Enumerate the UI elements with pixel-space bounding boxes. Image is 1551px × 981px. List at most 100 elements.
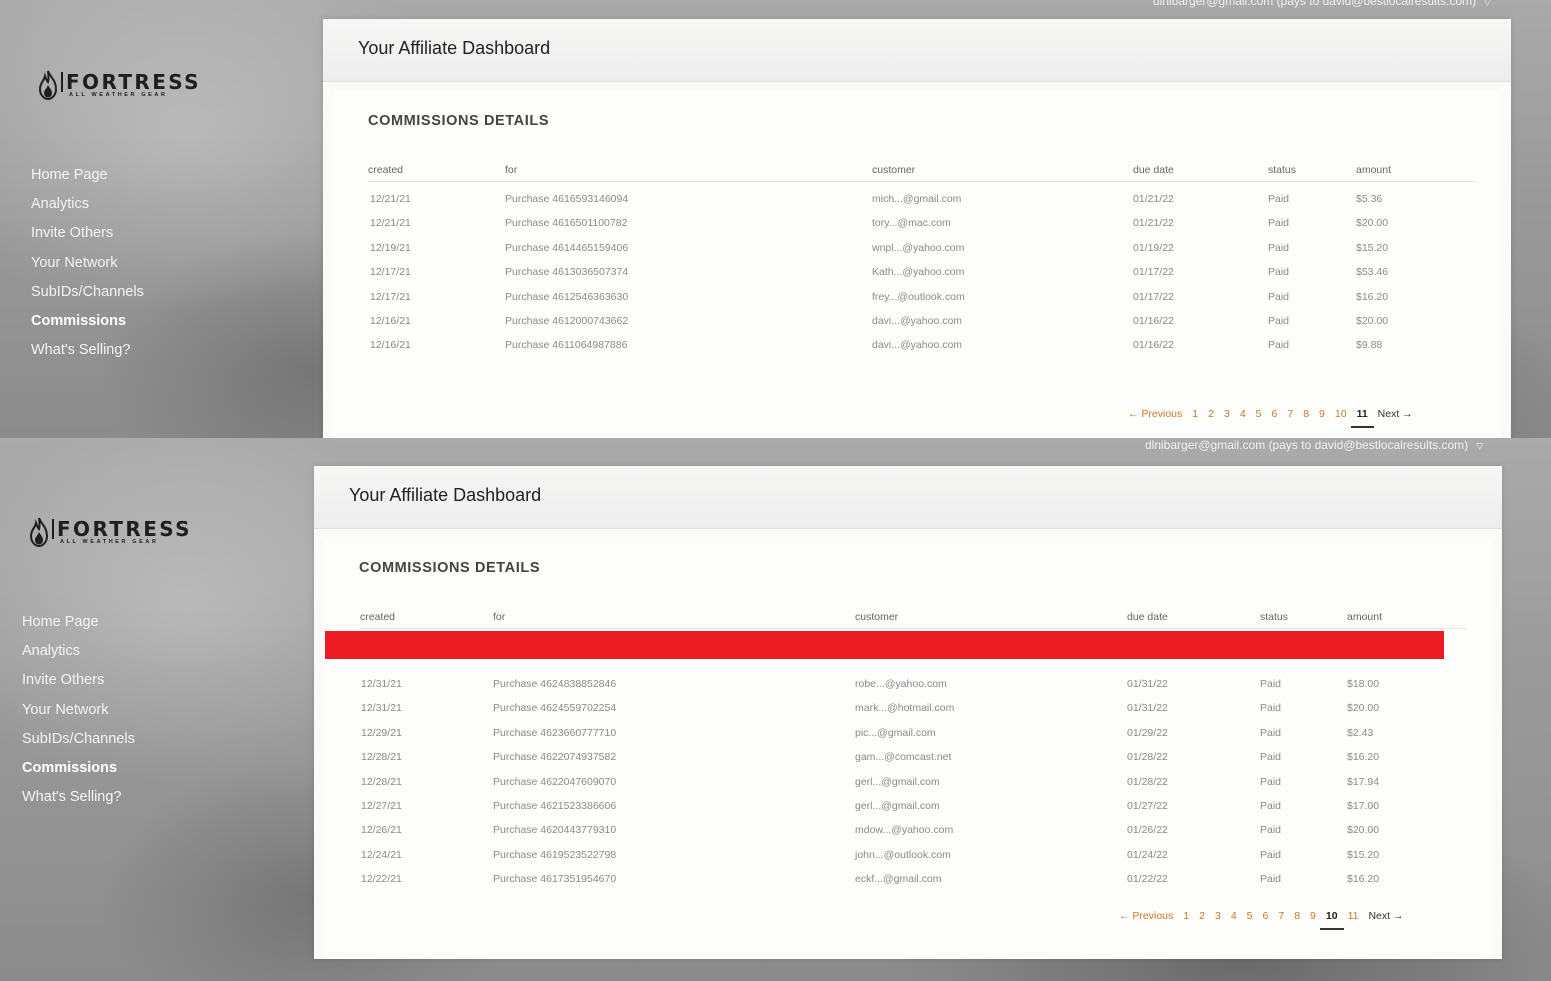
pagination-page[interactable]: 10 bbox=[1335, 408, 1347, 422]
pagination-page[interactable]: 4 bbox=[1240, 408, 1246, 422]
fortress-logo[interactable]: FORTRESS ALL WEATHER GEAR bbox=[38, 70, 201, 100]
cell-created: 12/31/21 bbox=[361, 678, 402, 690]
pagination-current-page[interactable]: 10 bbox=[1320, 910, 1344, 930]
pagination-page[interactable]: 4 bbox=[1231, 910, 1237, 924]
cell-customer: davi...@yahoo.com bbox=[872, 339, 963, 352]
cell-due-date: 01/28/22 bbox=[1127, 775, 1168, 788]
column-created[interactable]: created bbox=[368, 164, 403, 176]
sidebar-item-whats-selling[interactable]: What's Selling? bbox=[31, 336, 144, 365]
cell-due-date: 01/27/22 bbox=[1127, 799, 1168, 812]
cell-due-date: 01/21/22 bbox=[1133, 193, 1174, 205]
pagination-page[interactable]: 3 bbox=[1215, 910, 1221, 924]
pagination-page[interactable]: 11 bbox=[1348, 910, 1359, 924]
cell-amount: $16.20 bbox=[1347, 751, 1380, 764]
table-row: 12/21/21 Purchase 4616593146094 mich...@… bbox=[368, 186, 1476, 210]
sidebar-item-commissions[interactable]: Commissions bbox=[31, 307, 144, 336]
cell-amount: $20.00 bbox=[1356, 217, 1389, 230]
pagination-page[interactable]: 9 bbox=[1310, 910, 1316, 924]
column-customer[interactable]: customer bbox=[872, 164, 915, 176]
account-menu[interactable]: dlnibarger@gmail.com (pays to david@best… bbox=[1153, 0, 1491, 8]
cell-status: Paid bbox=[1268, 266, 1290, 279]
cell-for: Purchase 4622047609070 bbox=[493, 775, 617, 788]
column-due-date[interactable]: due date bbox=[1127, 611, 1168, 623]
table-row: 12/27/21 Purchase 4621523386606 gerl...@… bbox=[360, 793, 1467, 817]
column-created[interactable]: created bbox=[360, 611, 395, 623]
column-for[interactable]: for bbox=[505, 164, 517, 176]
cell-for: Purchase 4624559702254 bbox=[493, 702, 617, 715]
pagination-page[interactable]: 2 bbox=[1199, 910, 1205, 924]
pagination-page[interactable]: 7 bbox=[1287, 408, 1293, 422]
pagination-page[interactable]: 3 bbox=[1224, 408, 1230, 422]
table-row: 12/29/21 Purchase 4623660777710 pic...@g… bbox=[360, 720, 1467, 744]
column-status[interactable]: status bbox=[1260, 611, 1288, 623]
cell-created: 12/24/21 bbox=[361, 848, 402, 861]
pagination-page[interactable]: 9 bbox=[1319, 408, 1325, 422]
cell-due-date: 01/16/22 bbox=[1133, 339, 1174, 352]
column-for[interactable]: for bbox=[493, 611, 505, 623]
table-row: 12/28/21 Purchase 4622047609070 gerl...@… bbox=[360, 769, 1467, 793]
pagination-previous[interactable]: ← Previous bbox=[1119, 910, 1173, 924]
pagination-page[interactable]: 6 bbox=[1263, 910, 1269, 924]
sidebar-item-your-network[interactable]: Your Network bbox=[22, 696, 135, 725]
cell-created: 12/28/21 bbox=[361, 775, 402, 788]
cell-for: Purchase 4612000743662 bbox=[505, 314, 629, 327]
sidebar-item-analytics[interactable]: Analytics bbox=[22, 637, 135, 666]
pagination-page[interactable]: 8 bbox=[1303, 408, 1309, 422]
sidebar-item-your-network[interactable]: Your Network bbox=[31, 249, 144, 278]
sidebar-item-subids-channels[interactable]: SubIDs/Channels bbox=[31, 278, 144, 307]
commissions-table: created for customer due date status amo… bbox=[368, 161, 1476, 357]
cell-customer: Kath...@yahoo.com bbox=[872, 266, 965, 279]
column-amount[interactable]: amount bbox=[1347, 611, 1382, 623]
flame-logo-icon bbox=[29, 517, 49, 547]
sidebar-item-subids-channels[interactable]: SubIDs/Channels bbox=[22, 725, 135, 754]
fortress-logo[interactable]: FORTRESS ALL WEATHER GEAR bbox=[29, 517, 192, 547]
cell-for: Purchase 4614465159406 bbox=[505, 241, 629, 254]
cell-for: Purchase 4621523386606 bbox=[493, 799, 617, 812]
table-row: 12/22/21 Purchase 4617351954670 eckf...@… bbox=[360, 866, 1467, 890]
cell-due-date: 01/26/22 bbox=[1127, 824, 1168, 837]
cell-amount: $9.88 bbox=[1356, 339, 1383, 352]
screenshot-top: dlnibarger@gmail.com (pays to david@best… bbox=[0, 0, 1551, 438]
pagination-page[interactable]: 5 bbox=[1256, 408, 1262, 422]
sidebar-item-invite-others[interactable]: Invite Others bbox=[31, 219, 144, 248]
column-amount[interactable]: amount bbox=[1356, 164, 1391, 176]
pagination-page[interactable]: 6 bbox=[1272, 408, 1278, 422]
sidebar-item-whats-selling[interactable]: What's Selling? bbox=[22, 783, 135, 812]
cell-created: 12/26/21 bbox=[361, 824, 402, 837]
pagination-page[interactable]: 5 bbox=[1247, 910, 1253, 924]
cell-amount: $15.20 bbox=[1347, 848, 1380, 861]
pagination-next[interactable]: Next → bbox=[1368, 910, 1403, 924]
cell-customer: wnpl...@yahoo.com bbox=[872, 241, 965, 254]
sidebar-item-analytics[interactable]: Analytics bbox=[31, 190, 144, 219]
pagination-page[interactable]: 1 bbox=[1183, 910, 1189, 924]
cell-amount: $17.94 bbox=[1347, 775, 1380, 788]
pagination-page[interactable]: 7 bbox=[1278, 910, 1284, 924]
section-title: COMMISSIONS DETAILS bbox=[359, 560, 541, 576]
sidebar-item-invite-others[interactable]: Invite Others bbox=[22, 666, 135, 695]
pagination-page[interactable]: 8 bbox=[1294, 910, 1300, 924]
pagination-page[interactable]: 2 bbox=[1208, 408, 1214, 422]
cell-created: 12/28/21 bbox=[361, 751, 402, 764]
cell-status: Paid bbox=[1260, 848, 1282, 861]
redaction-bar bbox=[325, 631, 1444, 659]
cell-created: 12/21/21 bbox=[370, 217, 411, 230]
column-status[interactable]: status bbox=[1268, 164, 1296, 176]
pagination-previous[interactable]: ← Previous bbox=[1128, 408, 1182, 422]
cell-for: Purchase 4623660777710 bbox=[493, 726, 617, 739]
pagination-next[interactable]: Next → bbox=[1378, 408, 1413, 422]
column-due-date[interactable]: due date bbox=[1133, 164, 1174, 176]
account-menu[interactable]: dlnibarger@gmail.com (pays to david@best… bbox=[1145, 438, 1483, 452]
logo-tagline: ALL WEATHER GEAR bbox=[60, 538, 159, 545]
column-customer[interactable]: customer bbox=[855, 611, 898, 623]
sidebar-item-home-page[interactable]: Home Page bbox=[31, 161, 144, 190]
cell-customer: frey...@outlook.com bbox=[872, 290, 965, 303]
sidebar-nav: Home Page Analytics Invite Others Your N… bbox=[22, 608, 135, 812]
pagination-current-page[interactable]: 11 bbox=[1350, 408, 1374, 428]
cell-customer: gerl...@gmail.com bbox=[855, 799, 940, 812]
pagination-page[interactable]: 1 bbox=[1192, 408, 1198, 422]
table-row: 12/26/21 Purchase 4620443779310 mdow...@… bbox=[360, 817, 1467, 841]
sidebar-item-commissions[interactable]: Commissions bbox=[22, 754, 135, 783]
sidebar-item-home-page[interactable]: Home Page bbox=[22, 608, 135, 637]
cell-status: Paid bbox=[1260, 775, 1282, 788]
cell-status: Paid bbox=[1268, 290, 1290, 303]
